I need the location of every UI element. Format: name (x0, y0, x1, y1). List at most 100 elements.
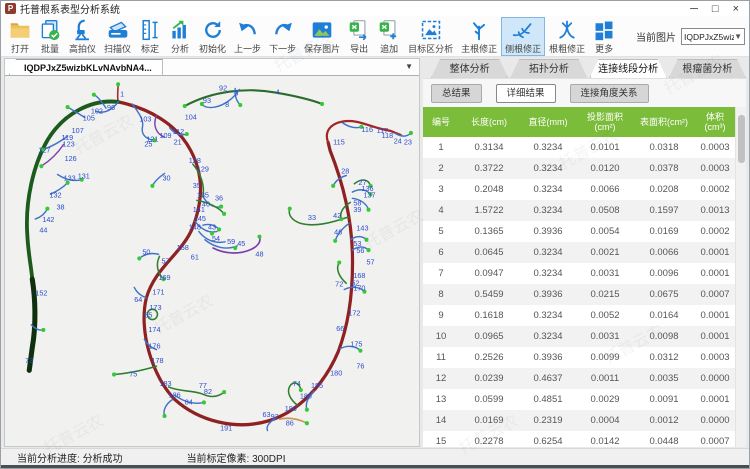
svg-text:189: 189 (300, 391, 312, 400)
svg-text:185: 185 (311, 381, 323, 390)
result-button-0[interactable]: 总结果 (431, 84, 482, 103)
table-cell: 4 (423, 205, 459, 216)
toolbar-item-save-image[interactable]: 保存图片 (300, 17, 344, 56)
toolbar-item-root-width[interactable]: 根粗修正 (545, 17, 589, 56)
analysis-tab-0[interactable]: 整体分析 (431, 59, 508, 78)
table-row[interactable]: 110.25260.39360.00990.03120.0003 (423, 347, 735, 368)
tab-list-caret-icon[interactable]: ▼ (405, 59, 413, 75)
toolbar-item-ruler[interactable]: 标定 (135, 17, 165, 56)
toolbar-item-lateral-root[interactable]: 侧根修正 (501, 17, 545, 56)
table-header-cell: 体积(cm³) (695, 111, 735, 134)
minimize-button[interactable]: ─ (690, 2, 698, 16)
table-cell: 0.0001 (695, 268, 735, 279)
table-cell: 0.0675 (633, 289, 695, 300)
result-button-1[interactable]: 详细结果 (496, 84, 556, 103)
table-row[interactable]: 130.05990.48510.00290.00910.0001 (423, 389, 735, 410)
svg-text:135: 135 (197, 190, 209, 199)
main-toolbar: 打开批量高拍仪扫描仪标定分析初始化上一步下一步保存图片导出追加目标区分析主根修正… (1, 16, 749, 57)
toolbar-item-analysis-chart[interactable]: 分析 (165, 17, 195, 56)
analysis-tab-1[interactable]: 拓扑分析 (510, 59, 587, 78)
svg-text:36: 36 (215, 193, 223, 202)
table-row[interactable]: 120.02390.46370.00110.00350.0000 (423, 368, 735, 389)
table-cell: 0.0001 (695, 331, 735, 342)
svg-text:63: 63 (262, 410, 270, 419)
table-cell: 0.0001 (695, 247, 735, 258)
table-cell: 0.0215 (577, 289, 633, 300)
current-image-label: 当前图片 (636, 29, 676, 44)
table-rows: 10.31340.32340.01010.03180.000320.37220.… (423, 137, 735, 447)
toolbar-item-append[interactable]: 追加 (374, 17, 404, 56)
svg-text:1: 1 (120, 90, 124, 99)
main-area: IQDPJxZ5wizbKLvNAvbNA4... ▼ (1, 57, 749, 448)
table-cell: 0.0003 (695, 163, 735, 174)
table-row[interactable]: 90.16180.32340.00520.01640.0001 (423, 305, 735, 326)
svg-text:170: 170 (353, 283, 365, 292)
table-cell: 0.0169 (633, 226, 695, 237)
table-row[interactable]: 140.01690.23190.00040.00120.0000 (423, 410, 735, 431)
close-button[interactable]: × (733, 2, 739, 16)
svg-text:112: 112 (173, 127, 185, 136)
table-scrollbar[interactable] (735, 107, 746, 447)
toolbar-item-export[interactable]: 导出 (344, 17, 374, 56)
toolbar-item-undo-arrow[interactable]: 上一步 (230, 17, 265, 56)
svg-text:175: 175 (350, 339, 362, 348)
svg-text:57: 57 (162, 257, 170, 266)
table-cell: 0.3234 (519, 205, 577, 216)
table-row[interactable]: 150.22780.62540.01420.04480.0007 (423, 431, 735, 447)
toolbar-item-batch[interactable]: 批量 (35, 17, 65, 56)
table-cell: 9 (423, 310, 459, 321)
maximize-button[interactable]: □ (712, 2, 719, 16)
svg-text:56: 56 (356, 246, 364, 255)
table-row[interactable]: 100.09650.32340.00310.00980.0001 (423, 326, 735, 347)
table-cell: 0.0066 (577, 184, 633, 195)
svg-text:107: 107 (72, 126, 84, 135)
toolbar-item-label: 下一步 (269, 42, 296, 55)
table-cell: 0.0508 (577, 205, 633, 216)
analysis-tab-3[interactable]: 根瘤菌分析 (669, 59, 746, 78)
svg-text:132: 132 (49, 190, 61, 199)
toolbar-item-label: 扫描仪 (104, 42, 131, 55)
root-image-canvas[interactable]: 1923493896102105107119123127126133131132… (5, 76, 419, 446)
current-image-dropdown[interactable]: IQDPJxZ5wizb ▼ (681, 28, 745, 45)
svg-text:172: 172 (348, 308, 360, 317)
table-row[interactable]: 41.57220.32340.05080.15970.0013 (423, 200, 735, 221)
toolbar-item-redo-arrow[interactable]: 下一步 (265, 17, 300, 56)
table-cell: 0.0011 (577, 373, 633, 384)
table-cell: 0.0239 (459, 373, 519, 384)
table-row[interactable]: 30.20480.32340.00660.02080.0002 (423, 179, 735, 200)
toolbar-item-target-area[interactable]: 目标区分析 (404, 17, 457, 56)
table-row[interactable]: 70.09470.32340.00310.00960.0001 (423, 263, 735, 284)
table-cell: 0.0448 (633, 436, 695, 447)
table-cell: 8 (423, 289, 459, 300)
svg-text:50: 50 (142, 247, 150, 256)
toolbar-item-label: 初始化 (199, 42, 226, 55)
table-cell: 2 (423, 163, 459, 174)
toolbar-item-main-root[interactable]: 主根修正 (457, 17, 501, 56)
image-viewer-panel: IQDPJxZ5wizbKLvNAvbNA4... ▼ (4, 58, 420, 447)
table-row[interactable]: 50.13650.39360.00540.01690.0002 (423, 221, 735, 242)
table-cell: 0.4637 (519, 373, 577, 384)
svg-text:74: 74 (293, 379, 301, 388)
toolbar-item-refresh[interactable]: 初始化 (195, 17, 230, 56)
table-row[interactable]: 10.31340.32340.01010.03180.0003 (423, 137, 735, 158)
scrollbar-thumb[interactable] (738, 115, 745, 163)
table-cell: 12 (423, 373, 459, 384)
svg-text:143: 143 (356, 223, 368, 232)
toolbar-item-label: 批量 (41, 42, 59, 55)
image-tab[interactable]: IQDPJxZ5wizbKLvNAvbNA4... (9, 59, 163, 75)
table-row[interactable]: 60.06450.32340.00210.00660.0001 (423, 242, 735, 263)
toolbar-item-folder[interactable]: 打开 (5, 17, 35, 56)
toolbar-item-grid-more[interactable]: 更多 (589, 17, 619, 56)
svg-text:92: 92 (219, 83, 227, 92)
refresh-icon (202, 19, 224, 41)
analysis-tab-body: 总结果详细结果连接角度关系 编号长度(cm)直径(mm)投影面积 (cm²)表面… (423, 78, 746, 447)
table-cell: 0.2048 (459, 184, 519, 195)
result-button-2[interactable]: 连接角度关系 (570, 84, 649, 103)
analysis-tab-2[interactable]: 连接线段分析 (590, 59, 667, 78)
table-cell: 0.5459 (459, 289, 519, 300)
table-row[interactable]: 80.54590.39360.02150.06750.0007 (423, 284, 735, 305)
table-row[interactable]: 20.37220.32340.01200.03780.0003 (423, 158, 735, 179)
toolbar-item-doc-camera[interactable]: 高拍仪 (65, 17, 100, 56)
toolbar-item-scanner[interactable]: 扫描仪 (100, 17, 135, 56)
svg-text:66: 66 (336, 324, 344, 333)
